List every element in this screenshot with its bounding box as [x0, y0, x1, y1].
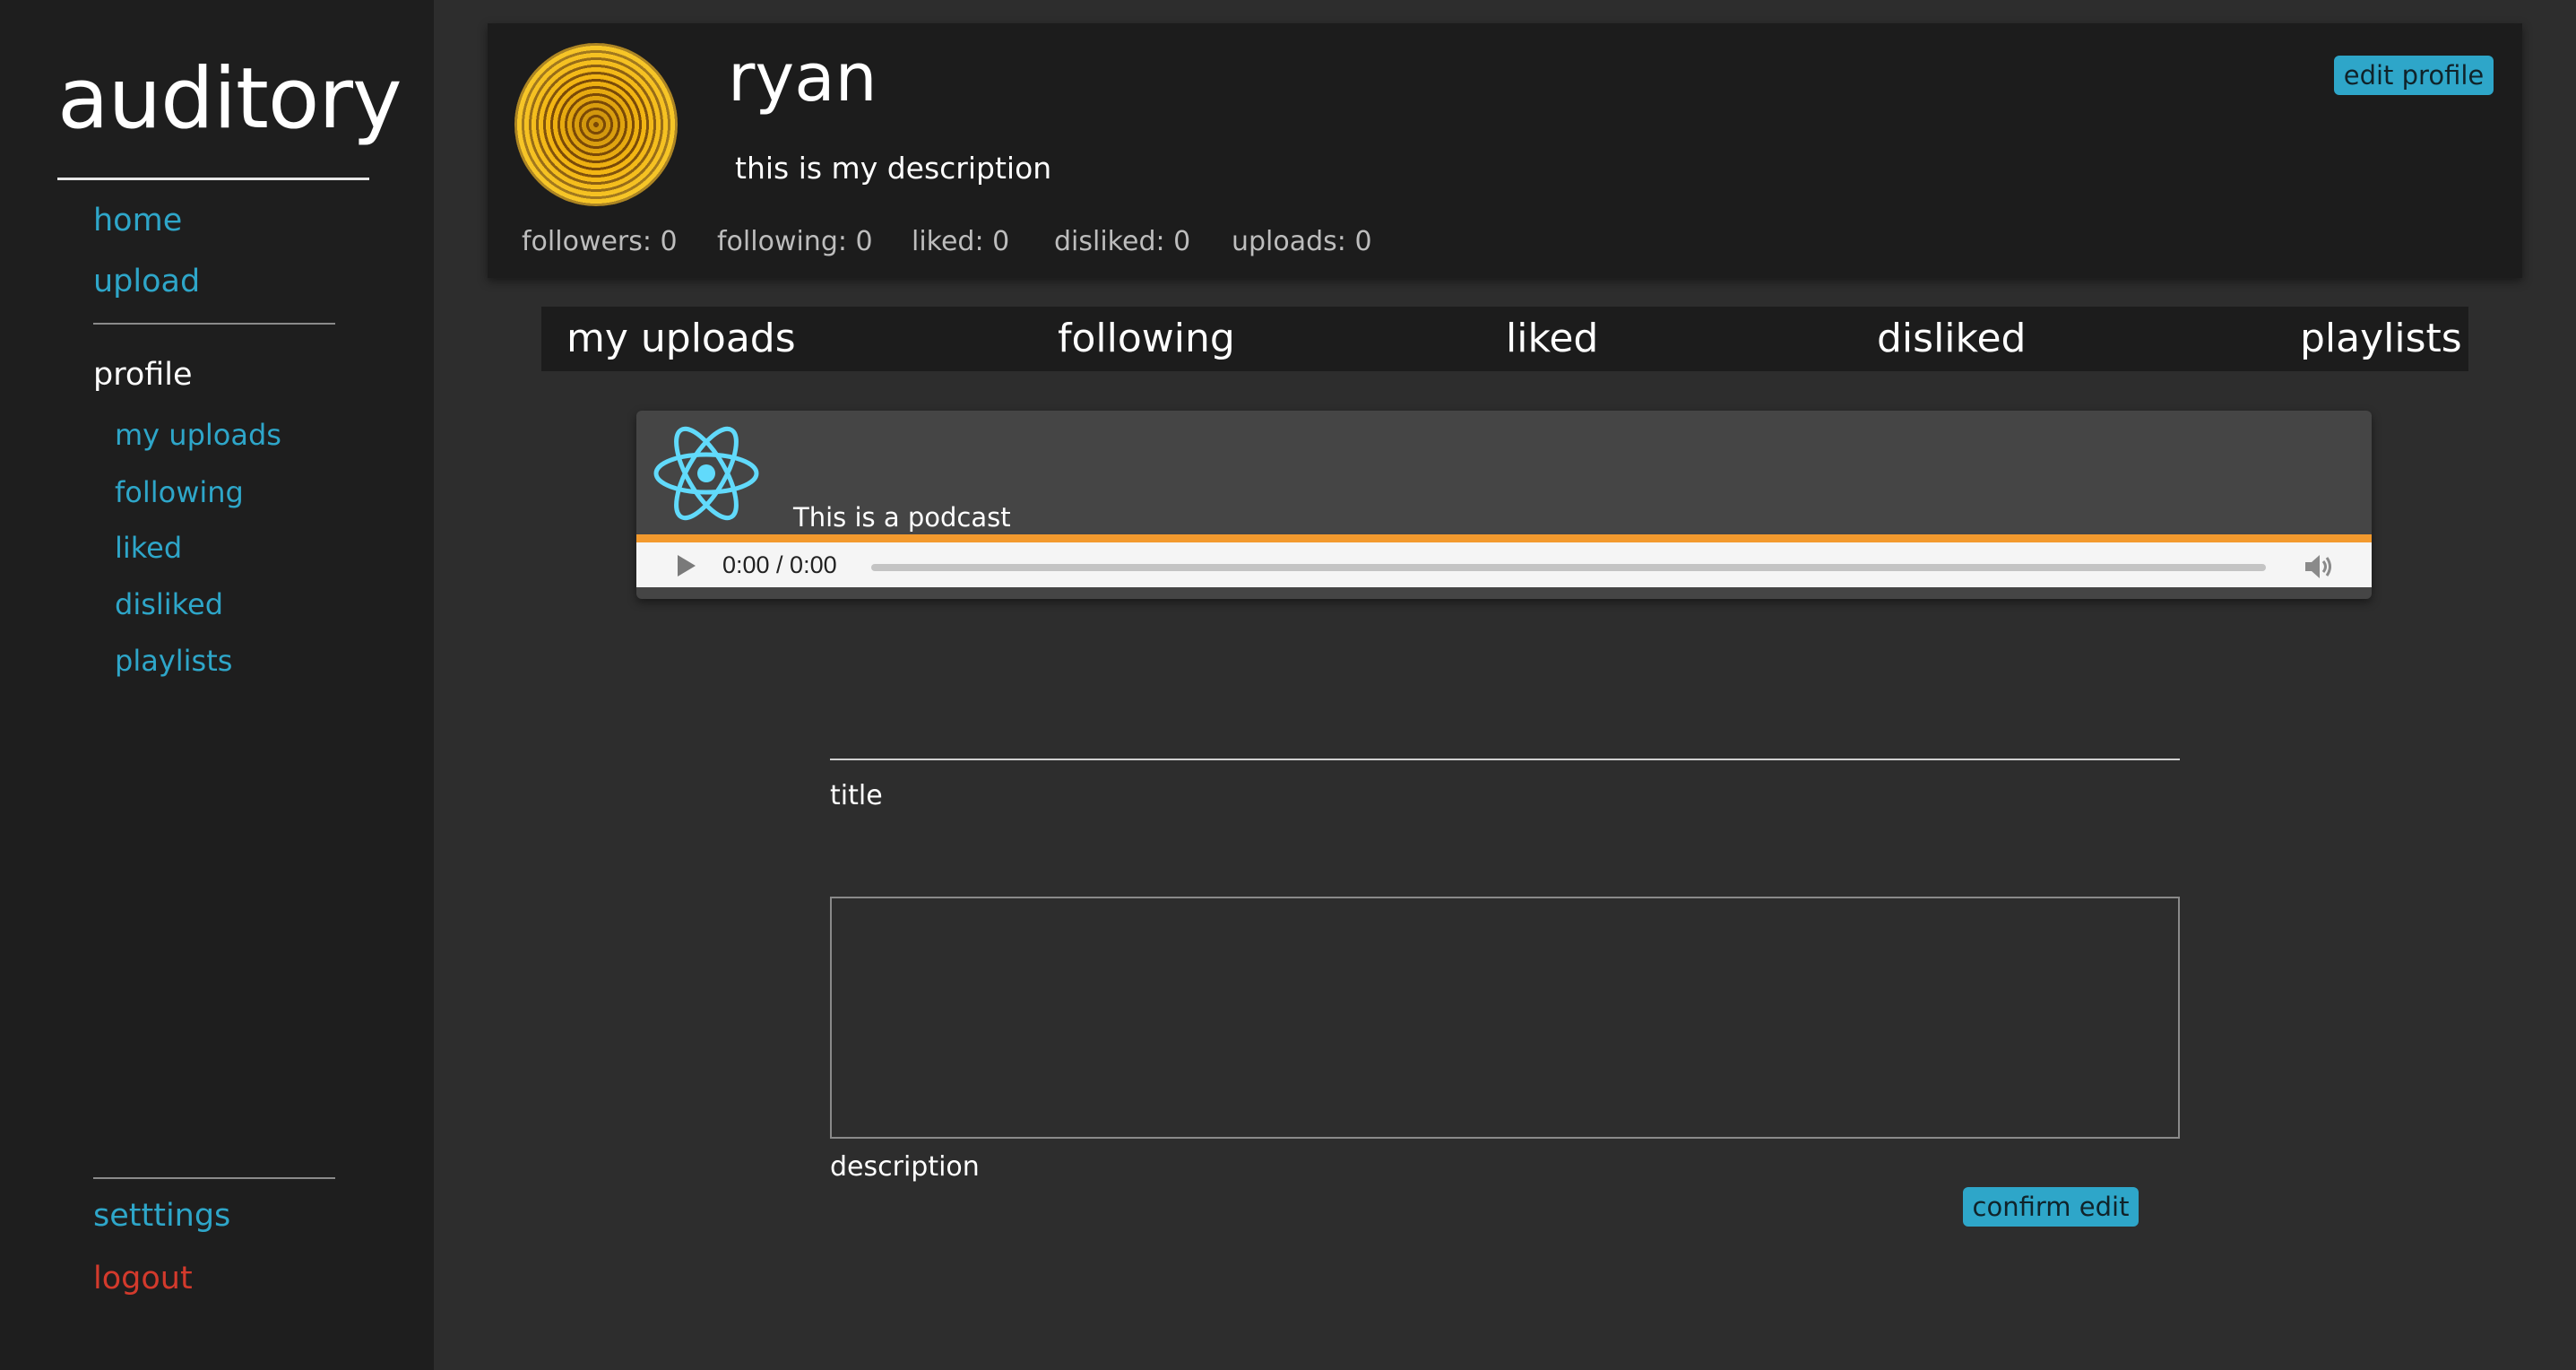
avatar [514, 43, 678, 206]
logo-divider [57, 178, 369, 180]
accent-bar [636, 534, 2372, 542]
nav-my-uploads[interactable]: my uploads [115, 418, 281, 452]
title-label: title [830, 780, 883, 811]
stat-following: following: 0 [717, 226, 873, 257]
profile-tabs: my uploads following liked disliked play… [541, 307, 2468, 371]
edit-profile-button[interactable]: edit profile [2334, 56, 2494, 95]
stat-uploads: uploads: 0 [1232, 226, 1372, 257]
confirm-edit-button[interactable]: confirm edit [1963, 1187, 2139, 1227]
volume-icon[interactable] [2304, 553, 2334, 580]
upload-card: This is a podcast 0:00 / 0:00 [636, 411, 2372, 599]
nav-profile-header[interactable]: profile [93, 357, 193, 393]
nav-playlists[interactable]: playlists [115, 644, 232, 678]
tab-following[interactable]: following [1058, 316, 1235, 361]
nav-divider [93, 323, 335, 325]
player-time: 0:00 / 0:00 [722, 551, 837, 578]
sidebar: auditory home upload profile my uploads … [0, 0, 434, 1370]
tab-my-uploads[interactable]: my uploads [566, 316, 796, 361]
upload-title: This is a podcast [793, 502, 1011, 533]
tab-playlists[interactable]: playlists [2300, 316, 2462, 361]
tab-disliked[interactable]: disliked [1877, 316, 2026, 361]
nav-following[interactable]: following [115, 475, 244, 509]
player-progress[interactable] [871, 564, 2266, 571]
nav-home[interactable]: home [93, 203, 182, 238]
audio-player: 0:00 / 0:00 [636, 542, 2372, 587]
description-textarea[interactable] [830, 897, 2180, 1139]
tab-liked[interactable]: liked [1506, 316, 1598, 361]
nav-liked[interactable]: liked [115, 531, 182, 565]
title-input[interactable] [830, 759, 2180, 760]
stat-disliked: disliked: 0 [1054, 226, 1191, 257]
nav-upload[interactable]: upload [93, 264, 200, 299]
profile-card: ryan this is my description edit profile… [488, 23, 2522, 278]
nav-logout[interactable]: logout [93, 1261, 193, 1296]
stat-liked: liked: 0 [912, 226, 1010, 257]
description-label: description [830, 1151, 980, 1183]
app-logo: auditory [57, 50, 402, 148]
nav-disliked[interactable]: disliked [115, 587, 223, 621]
play-icon[interactable] [678, 555, 696, 577]
nav-divider-bottom [93, 1177, 335, 1179]
stat-followers: followers: 0 [522, 226, 678, 257]
nav-settings[interactable]: setttings [93, 1198, 230, 1234]
react-icon [653, 426, 759, 521]
profile-username: ryan [728, 39, 877, 117]
profile-description: this is my description [735, 151, 1052, 186]
